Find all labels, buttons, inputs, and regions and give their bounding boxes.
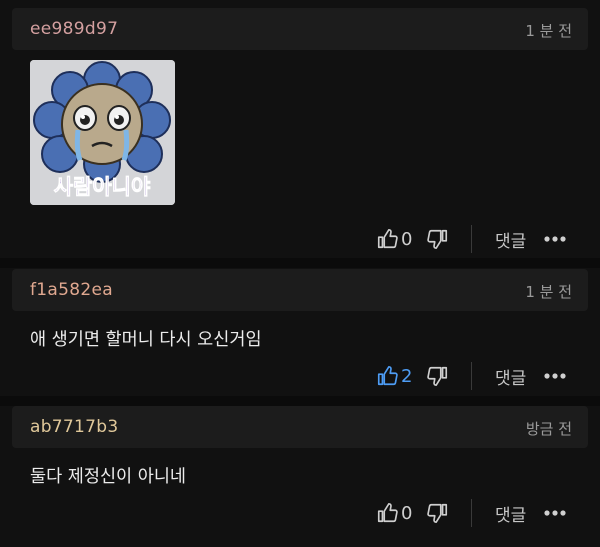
like-count: 0 [401,502,413,524]
comment-divider [0,396,600,406]
comment-actions: 0 댓글 [366,222,586,256]
comment-author[interactable]: ab7717b3 [30,417,118,437]
thumbs-down-icon [427,366,448,386]
reply-button[interactable]: 댓글 [495,496,526,530]
thumbs-up-icon [377,503,398,523]
comment-header: f1a582ea 1 분 전 [12,269,588,311]
thumbs-up-icon [377,366,398,386]
more-options-button[interactable] [544,359,566,393]
comment-text: 애 생기면 할머니 다시 오신거임 [30,330,262,350]
comment-item: ee989d97 1 분 전 사람아니야 0 댓글 [0,8,600,258]
dislike-button[interactable] [427,496,449,530]
reply-button[interactable]: 댓글 [495,222,526,256]
action-separator [471,362,472,390]
thumbs-up-icon [377,229,398,249]
crying-sticker-illustration: 사람아니야 [30,60,175,205]
comment-time: 방금 전 [525,420,572,438]
comment-header: ab7717b3 방금 전 [12,406,588,448]
more-dots-icon [544,510,566,516]
more-dots-icon [544,373,566,379]
comment-item: f1a582ea 1 분 전 애 생기면 할머니 다시 오신거임 2 댓글 [0,269,600,399]
comment-text: 둘다 제정신이 아니네 [30,467,187,487]
comment-actions: 0 댓글 [366,496,586,530]
comment-actions: 2 댓글 [366,359,586,393]
reply-button[interactable]: 댓글 [495,359,526,393]
more-options-button[interactable] [544,496,566,530]
comment-author[interactable]: f1a582ea [30,280,113,300]
action-separator [471,225,472,253]
like-button[interactable]: 2 [376,359,412,393]
comment-author[interactable]: ee989d97 [30,19,118,39]
like-button[interactable]: 0 [376,222,412,256]
comment-time: 1 분 전 [525,22,572,40]
more-options-button[interactable] [544,222,566,256]
like-count: 0 [401,228,413,250]
dislike-button[interactable] [427,359,449,393]
comment-item: ab7717b3 방금 전 둘다 제정신이 아니네 0 댓글 [0,406,600,547]
more-dots-icon [544,236,566,242]
sticker-caption: 사람아니야 [54,175,151,199]
comment-header: ee989d97 1 분 전 [12,8,588,50]
sticker-image: 사람아니야 [30,60,175,205]
thumbs-down-icon [427,503,448,523]
comment-divider [0,258,600,268]
thumbs-down-icon [427,229,448,249]
comment-time: 1 분 전 [525,283,572,301]
action-separator [471,499,472,527]
dislike-button[interactable] [427,222,449,256]
like-button[interactable]: 0 [376,496,412,530]
like-count: 2 [401,365,413,387]
